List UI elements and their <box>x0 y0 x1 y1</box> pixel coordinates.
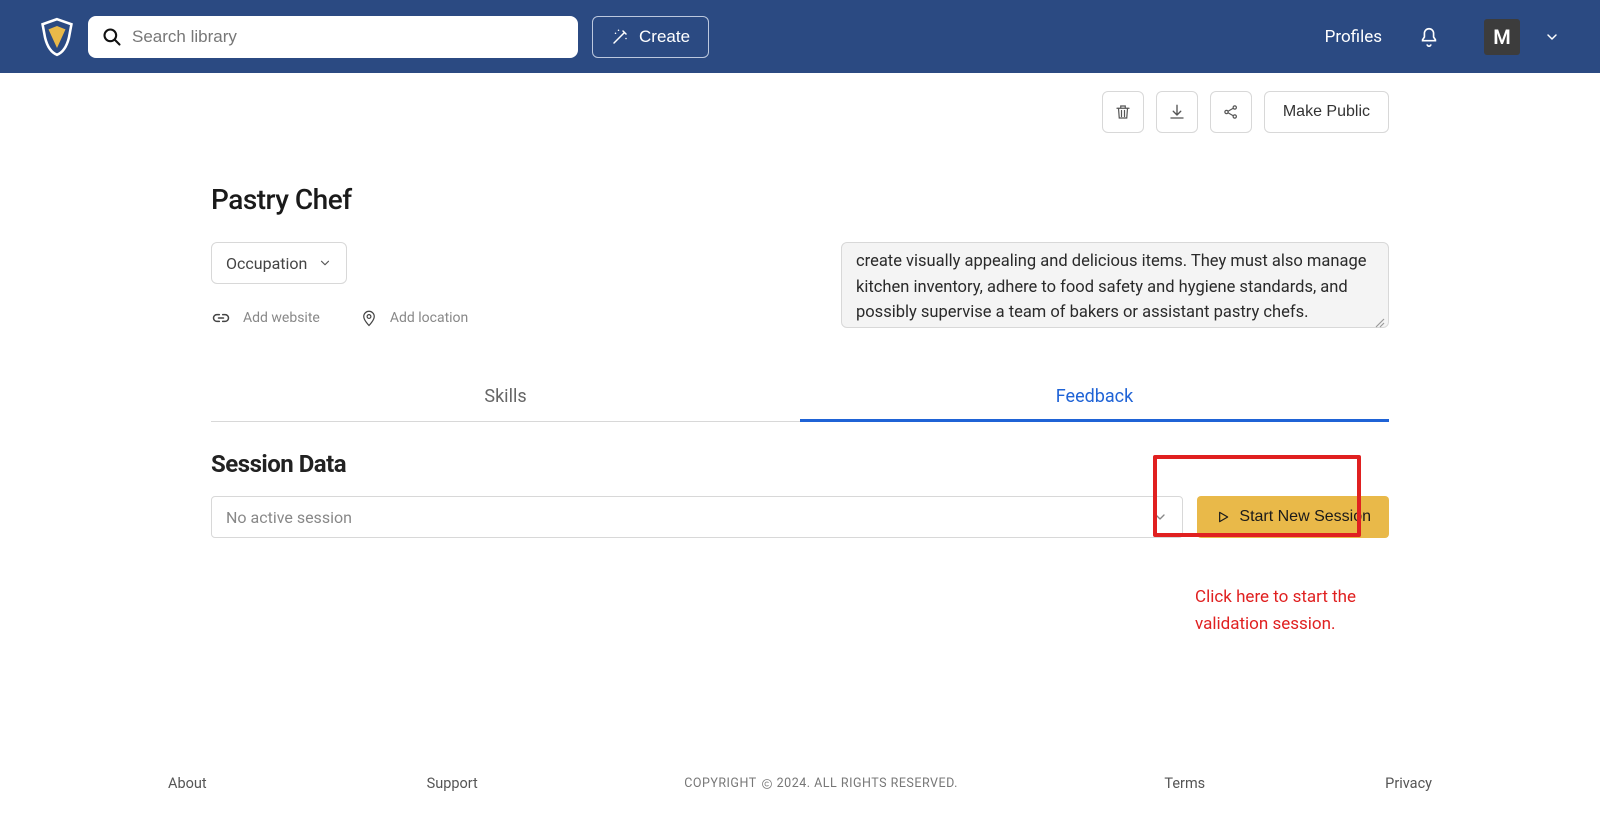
session-row: No active session Start New Session <box>211 496 1389 538</box>
footer-terms-link[interactable]: Terms <box>1164 775 1205 792</box>
tab-feedback[interactable]: Feedback <box>800 372 1389 421</box>
avatar[interactable]: M <box>1484 19 1520 55</box>
magic-wand-icon <box>611 28 629 46</box>
location-pin-icon <box>360 308 378 328</box>
session-section-title: Session Data <box>211 450 1389 478</box>
session-placeholder: No active session <box>226 508 352 527</box>
search-container <box>88 16 578 58</box>
chevron-down-icon <box>1152 509 1168 525</box>
annotation-text: Click here to start the validation sessi… <box>1195 584 1395 638</box>
profiles-link[interactable]: Profiles <box>1325 27 1382 47</box>
add-location-label: Add location <box>390 310 468 326</box>
search-input[interactable] <box>132 27 564 47</box>
occupation-label: Occupation <box>226 254 307 273</box>
footer-about-link[interactable]: About <box>168 775 207 792</box>
chevron-down-icon[interactable] <box>1544 29 1560 45</box>
search-icon <box>102 27 122 47</box>
bell-icon[interactable] <box>1418 25 1440 49</box>
add-website-label: Add website <box>243 310 320 326</box>
page-actions: Make Public <box>211 91 1389 133</box>
session-select[interactable]: No active session <box>211 496 1183 538</box>
link-icon <box>211 308 231 328</box>
copyright-icon <box>761 778 773 790</box>
add-website-link[interactable]: Add website <box>211 308 320 328</box>
app-logo <box>40 17 74 57</box>
download-button[interactable] <box>1156 91 1198 133</box>
add-location-link[interactable]: Add location <box>360 308 468 328</box>
create-label: Create <box>639 27 690 47</box>
make-public-button[interactable]: Make Public <box>1264 91 1389 133</box>
main-content: Make Public Pastry Chef Occupation Add w… <box>211 73 1389 638</box>
delete-button[interactable] <box>1102 91 1144 133</box>
start-session-label: Start New Session <box>1239 508 1371 526</box>
start-new-session-button[interactable]: Start New Session <box>1197 496 1389 538</box>
download-icon <box>1168 103 1186 121</box>
share-button[interactable] <box>1210 91 1252 133</box>
top-nav: Create Profiles M <box>0 0 1600 73</box>
share-icon <box>1222 103 1240 121</box>
tab-skills[interactable]: Skills <box>211 372 800 421</box>
footer-privacy-link[interactable]: Privacy <box>1385 775 1432 792</box>
trash-icon <box>1114 103 1132 121</box>
tab-bar: Skills Feedback <box>211 372 1389 422</box>
occupation-select[interactable]: Occupation <box>211 242 347 284</box>
footer: About Support COPYRIGHT 2024. ALL RIGHTS… <box>0 775 1600 792</box>
description-textarea[interactable] <box>841 242 1389 328</box>
page-title: Pastry Chef <box>211 183 1389 216</box>
play-icon <box>1215 509 1231 525</box>
create-button[interactable]: Create <box>592 16 709 58</box>
meta-row: Occupation Add website Add location <box>211 242 1389 332</box>
chevron-down-icon <box>318 256 332 270</box>
footer-copyright: COPYRIGHT 2024. ALL RIGHTS RESERVED. <box>684 776 958 791</box>
footer-support-link[interactable]: Support <box>427 775 478 792</box>
